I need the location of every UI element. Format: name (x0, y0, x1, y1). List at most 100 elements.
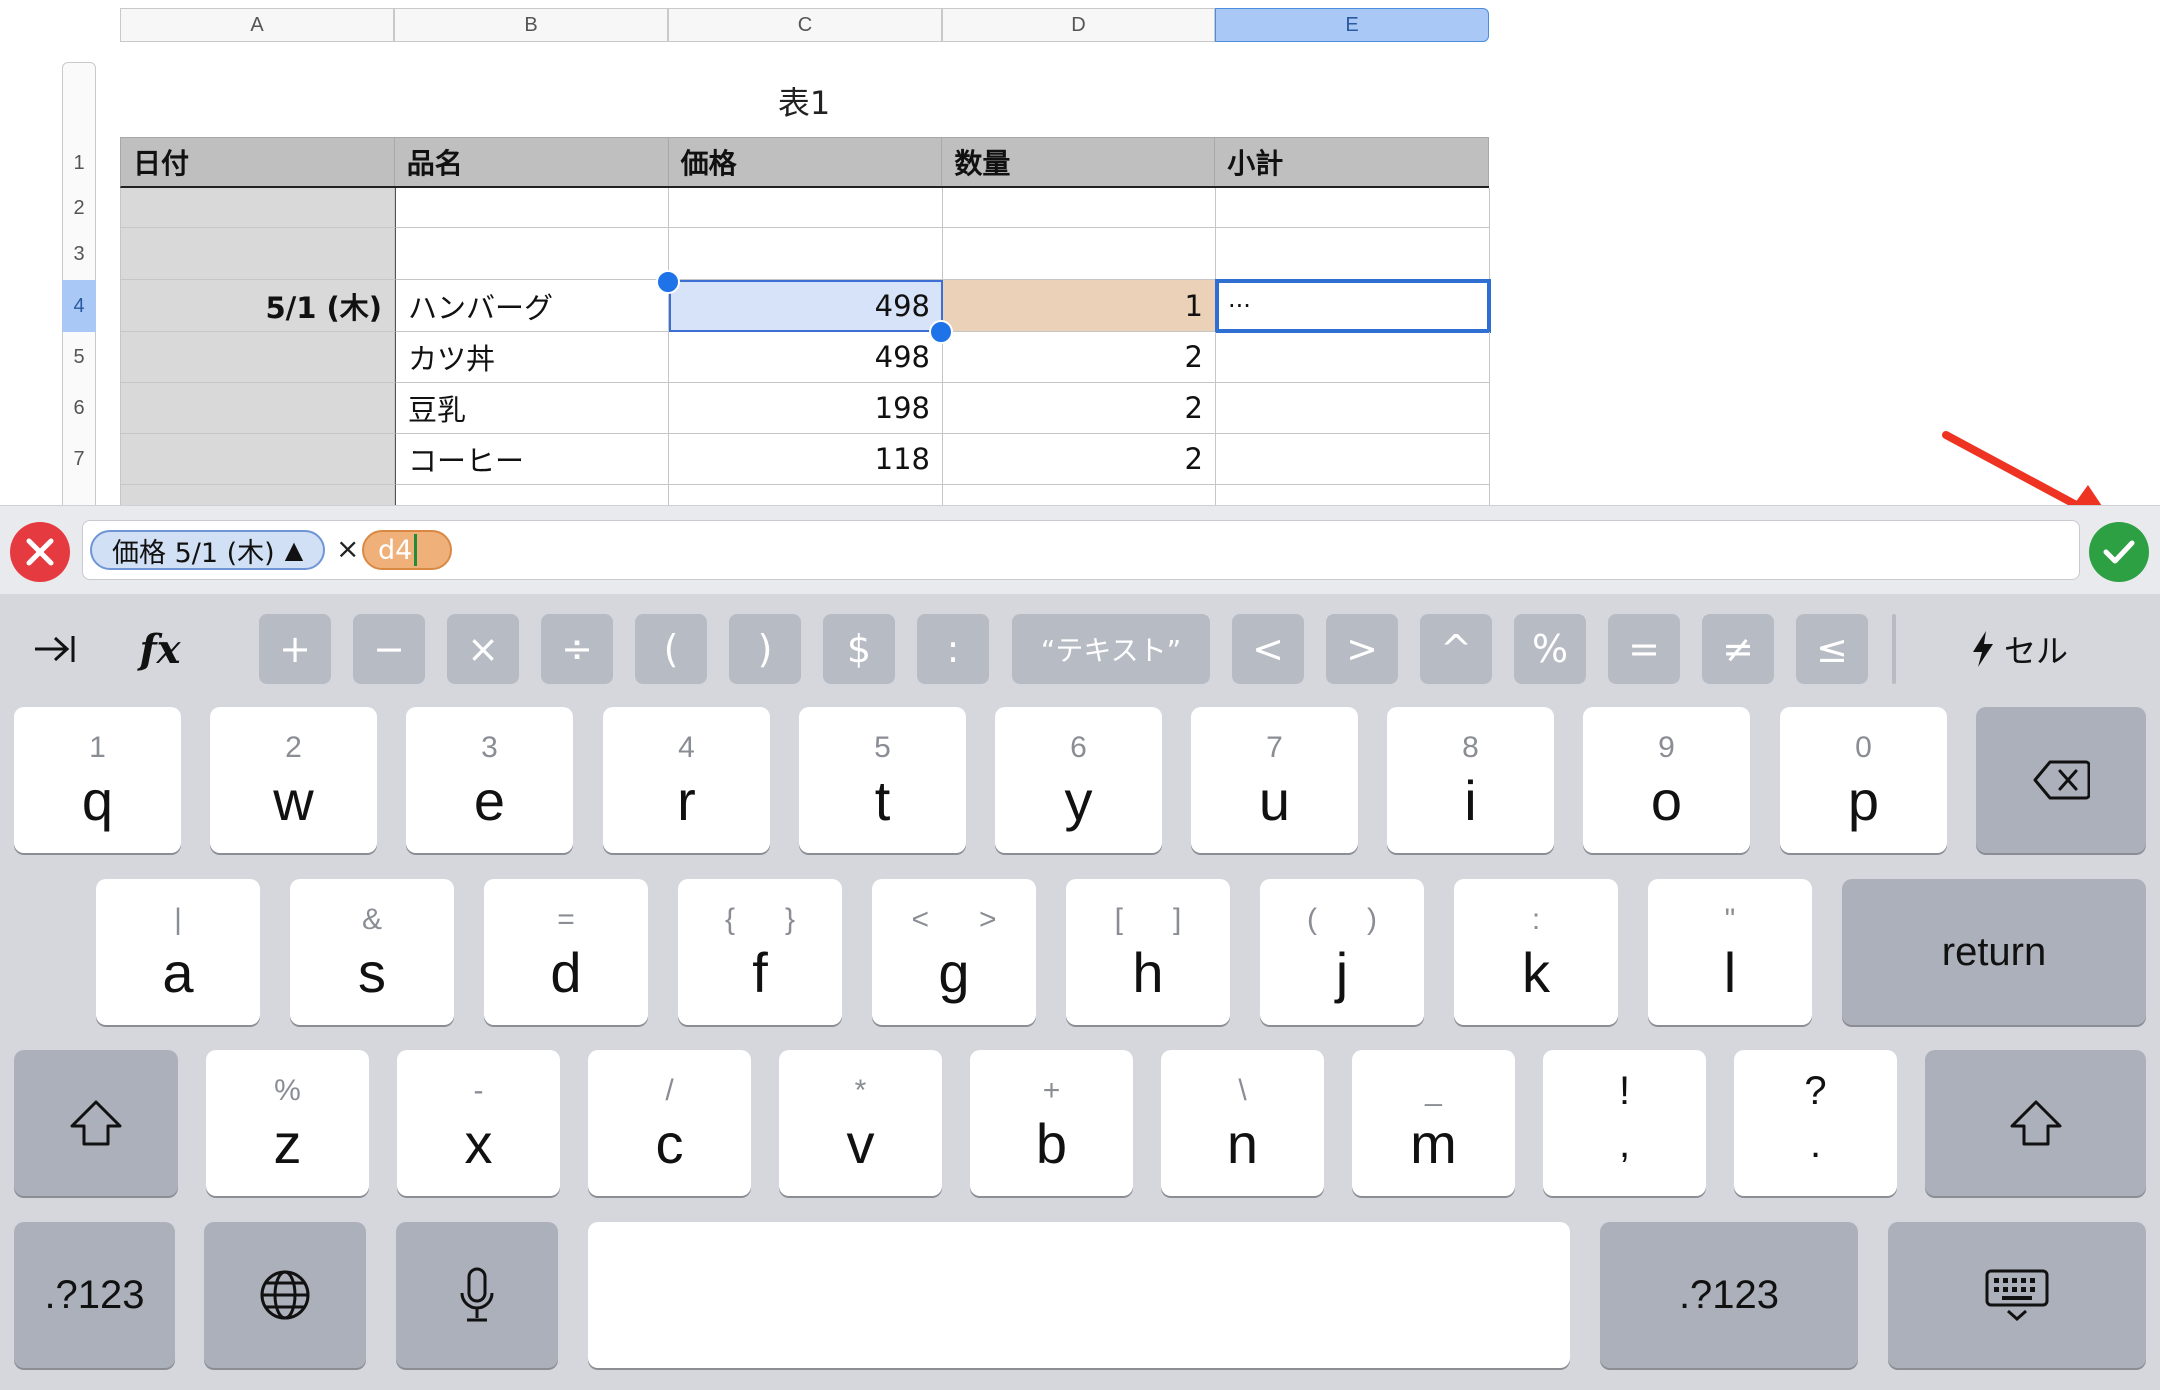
header-cell-item[interactable]: 品名 (394, 138, 669, 186)
cell-c8[interactable] (669, 485, 943, 505)
cell-a5[interactable] (121, 332, 395, 383)
row-header-3[interactable]: 3 (62, 228, 96, 280)
cell-b2[interactable] (395, 188, 669, 228)
cell-e5[interactable] (1216, 332, 1490, 383)
cell-c2[interactable] (669, 188, 943, 228)
cell-a2[interactable] (121, 188, 395, 228)
cell-b3[interactable] (395, 228, 669, 280)
selection-handle-bottom[interactable] (929, 320, 953, 344)
row-header-5[interactable]: 5 (62, 332, 96, 383)
key-a[interactable]: | a (96, 879, 260, 1025)
cell-b7[interactable]: コーヒー (395, 434, 669, 485)
table-title[interactable]: 表1 (120, 78, 1488, 124)
numbers-key-right[interactable]: .?123 (1600, 1222, 1858, 1368)
key-k[interactable]: :k (1454, 879, 1618, 1025)
cell-e8[interactable] (1216, 485, 1490, 505)
cell-e3[interactable] (1216, 228, 1490, 280)
globe-key[interactable] (204, 1222, 366, 1368)
key-j[interactable]: ( ) j (1260, 879, 1424, 1025)
cell-d3[interactable] (943, 228, 1216, 280)
key-c[interactable]: / c (588, 1050, 751, 1196)
formula-key-colon[interactable]: : (917, 614, 989, 684)
cell-e6[interactable] (1216, 383, 1490, 434)
key-x[interactable]: -x (397, 1050, 560, 1196)
formula-key-equals[interactable]: = (1608, 614, 1680, 684)
row-header-1[interactable]: 1 (62, 138, 96, 188)
hide-keyboard-key[interactable] (1888, 1222, 2146, 1368)
key-period[interactable]: ?. (1734, 1050, 1897, 1196)
key-z[interactable]: % z (206, 1050, 369, 1196)
key-r[interactable]: 4r (603, 707, 770, 853)
cell-e7[interactable] (1216, 434, 1490, 485)
header-cell-subtotal[interactable]: 小計 (1215, 138, 1489, 186)
formula-key-close-paren[interactable]: ) (729, 614, 801, 684)
dictation-key[interactable] (396, 1222, 558, 1368)
column-header-c[interactable]: C (668, 8, 942, 42)
key-v[interactable]: * v (779, 1050, 942, 1196)
header-cell-date[interactable]: 日付 (121, 138, 395, 186)
key-n[interactable]: \ n (1161, 1050, 1324, 1196)
cell-e4-active[interactable]: ··· (1215, 279, 1491, 333)
formula-key-plus[interactable]: + (259, 614, 331, 684)
key-b[interactable]: + b (970, 1050, 1133, 1196)
formula-key-caret[interactable]: ^ (1420, 614, 1492, 684)
key-t[interactable]: 5t (799, 707, 966, 853)
column-header-a[interactable]: A (120, 8, 394, 42)
column-header-e[interactable]: E (1215, 8, 1489, 42)
cell-d7[interactable]: 2 (943, 434, 1216, 485)
cell-a7[interactable] (121, 434, 395, 485)
cell-a8[interactable] (121, 485, 395, 505)
formula-key-minus[interactable]: − (353, 614, 425, 684)
cell-d6[interactable]: 2 (943, 383, 1216, 434)
cell-e2[interactable] (1216, 188, 1490, 228)
cell-d2[interactable] (943, 188, 1216, 228)
cell-c3[interactable] (669, 228, 943, 280)
shift-right-key[interactable] (1925, 1050, 2146, 1196)
numbers-key-left[interactable]: .?123 (14, 1222, 175, 1368)
triangle-up-icon[interactable]: ▲ (285, 536, 303, 564)
formula-key-not-equal[interactable]: ≠ (1702, 614, 1774, 684)
cell-d5[interactable]: 2 (943, 332, 1216, 383)
cell-c7[interactable]: 118 (669, 434, 943, 485)
header-cell-price[interactable]: 価格 (668, 138, 943, 186)
header-cell-qty[interactable]: 数量 (942, 138, 1216, 186)
formula-key-text[interactable]: “テキスト” (1012, 614, 1210, 684)
key-e[interactable]: 3e (406, 707, 573, 853)
formula-key-times[interactable]: × (447, 614, 519, 684)
cell-b8[interactable] (395, 485, 669, 505)
spreadsheet-canvas[interactable]: A B C D E 1 2 3 4 5 6 7 表1 日付 品名 価格 数量 小… (0, 0, 2160, 505)
cell-c5[interactable]: 498 (669, 332, 943, 383)
cell-a6[interactable] (121, 383, 395, 434)
key-d[interactable]: = d (484, 879, 648, 1025)
key-o[interactable]: 9o (1583, 707, 1750, 853)
cell-reference-button[interactable]: セル (1970, 614, 2068, 684)
key-l[interactable]: " l (1648, 879, 1812, 1025)
cell-b4[interactable]: ハンバーグ (395, 280, 669, 332)
formula-key-dollar[interactable]: $ (823, 614, 895, 684)
cell-c6[interactable]: 198 (669, 383, 943, 434)
row-header-7[interactable]: 7 (62, 434, 96, 485)
formula-key-less[interactable]: < (1232, 614, 1304, 684)
formula-key-less-equal[interactable]: ≤ (1796, 614, 1868, 684)
formula-key-greater[interactable]: > (1326, 614, 1398, 684)
fx-icon[interactable]: fx (130, 614, 190, 684)
key-w[interactable]: 2w (210, 707, 377, 853)
key-q[interactable]: 1q (14, 707, 181, 853)
row-header-4[interactable]: 4 (62, 280, 96, 332)
cancel-formula-button[interactable] (10, 522, 70, 582)
column-header-d[interactable]: D (942, 8, 1215, 42)
key-p[interactable]: 0p (1780, 707, 1947, 853)
cell-d4[interactable]: 1 (943, 280, 1216, 332)
row-header-2[interactable]: 2 (62, 188, 96, 228)
cell-c4[interactable]: 498 (669, 280, 943, 332)
key-i[interactable]: 8i (1387, 707, 1554, 853)
formula-token-d4[interactable]: d4 (362, 530, 452, 570)
formula-key-open-paren[interactable]: ( (635, 614, 707, 684)
confirm-formula-button[interactable] (2089, 522, 2149, 582)
formula-token-price[interactable]: 価格 5/1 (木) ▲ (90, 530, 326, 570)
return-key[interactable]: return (1842, 879, 2146, 1025)
selection-handle-top[interactable] (656, 270, 680, 294)
key-m[interactable]: _ m (1352, 1050, 1515, 1196)
formula-key-divide[interactable]: ÷ (541, 614, 613, 684)
cell-a4[interactable]: 5/1 (木) (121, 280, 395, 332)
